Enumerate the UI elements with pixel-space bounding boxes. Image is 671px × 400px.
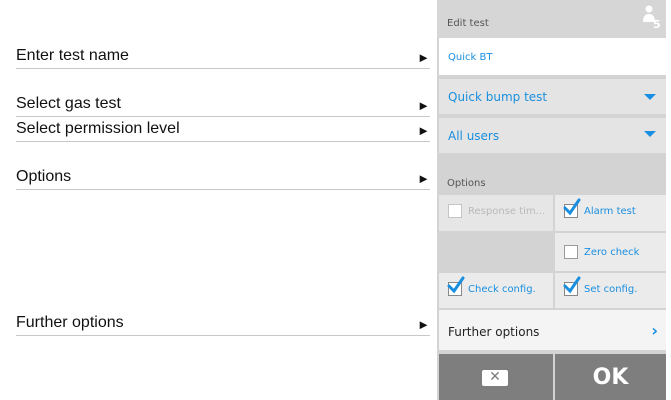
- annotation-options: Options ►: [16, 167, 430, 190]
- cancel-button[interactable]: ✕: [439, 354, 553, 400]
- annotation-label: Options: [16, 168, 72, 185]
- set-config-label: Set config.: [584, 284, 638, 295]
- annotation-enter-test-name: Enter test name ►: [16, 46, 430, 69]
- options-section-label: Options: [447, 178, 486, 189]
- chevron-right-icon: ›: [651, 321, 658, 340]
- chevron-down-icon: [644, 94, 656, 100]
- ok-button[interactable]: OK: [555, 354, 666, 400]
- zero-check-checkbox[interactable]: Zero check: [555, 233, 666, 271]
- further-options-button[interactable]: Further options ›: [439, 310, 666, 350]
- user-level-icon: 5: [643, 5, 660, 29]
- annotation-label: Select gas test: [16, 95, 121, 112]
- annotation-label: Further options: [16, 314, 124, 331]
- annotation-label: Select permission level: [16, 120, 180, 137]
- set-config-checkbox[interactable]: Set config.: [555, 273, 666, 308]
- checkbox-box: [448, 204, 462, 218]
- gas-test-select[interactable]: Quick bump test: [439, 79, 666, 114]
- zero-check-label: Zero check: [584, 247, 640, 258]
- pointer-arrow-icon: ►: [417, 171, 430, 186]
- pointer-arrow-icon: ►: [417, 98, 430, 113]
- response-time-checkbox[interactable]: Response tim...: [439, 195, 553, 231]
- gas-test-value: Quick bump test: [448, 90, 548, 104]
- alarm-test-label: Alarm test: [584, 206, 636, 217]
- pointer-arrow-icon: ►: [417, 50, 430, 65]
- checkmark-icon: [563, 276, 581, 294]
- pointer-arrow-icon: ►: [417, 317, 430, 332]
- test-name-value: Quick BT: [448, 52, 493, 63]
- close-icon: ✕: [482, 369, 508, 386]
- permission-select[interactable]: All users: [439, 118, 666, 153]
- checkmark-icon: [447, 276, 465, 294]
- close-glyph: ✕: [489, 369, 501, 385]
- user-level-number: 5: [653, 18, 660, 29]
- screen-title: Edit test: [447, 18, 489, 29]
- annotation-further-options: Further options ►: [16, 313, 430, 336]
- permission-value: All users: [448, 129, 500, 143]
- header-bar: Edit test 5: [437, 0, 666, 38]
- annotation-select-gas-test: Select gas test ►: [16, 94, 430, 117]
- test-name-input[interactable]: Quick BT: [439, 38, 666, 75]
- response-time-label: Response tim...: [468, 206, 546, 217]
- annotation-select-permission-level: Select permission level ►: [16, 119, 430, 142]
- checkmark-icon: [563, 198, 581, 216]
- checkbox-box: [564, 245, 578, 259]
- pointer-arrow-icon: ►: [417, 123, 430, 138]
- check-config-label: Check config.: [468, 284, 536, 295]
- alarm-test-checkbox[interactable]: Alarm test: [555, 195, 666, 231]
- check-config-checkbox[interactable]: Check config.: [439, 273, 553, 308]
- empty-option-cell: [439, 233, 553, 271]
- annotation-label: Enter test name: [16, 47, 129, 64]
- ok-label: OK: [592, 365, 629, 390]
- chevron-down-icon: [644, 131, 656, 137]
- further-options-label: Further options: [448, 325, 540, 339]
- device-screen: Edit test 5 Quick BT Quick bump test All…: [437, 0, 666, 400]
